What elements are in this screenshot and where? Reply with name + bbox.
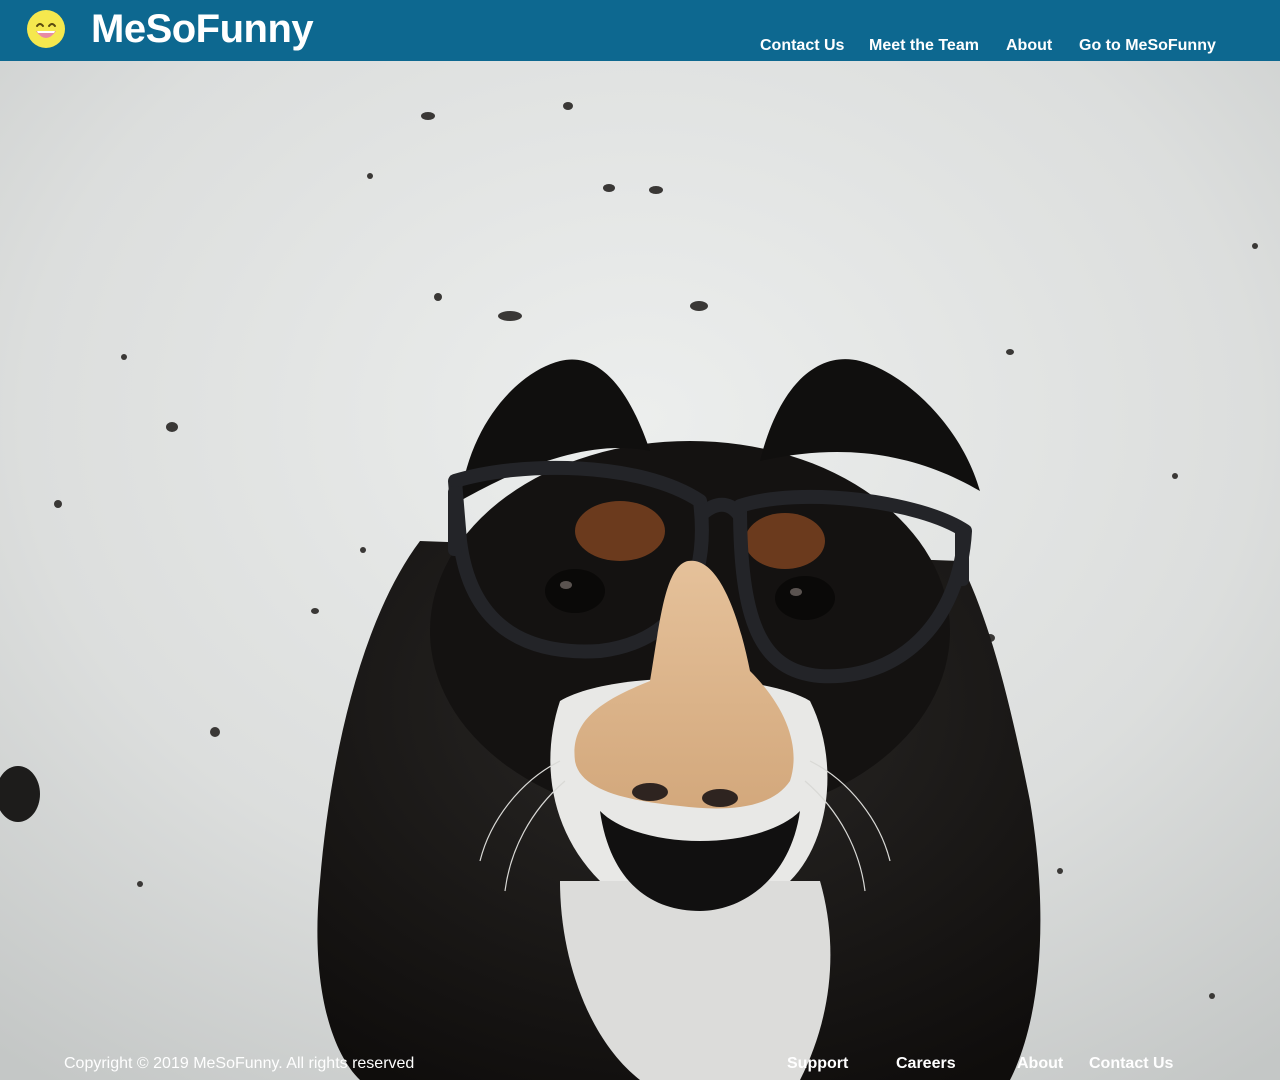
footer-link-careers[interactable]: Careers (896, 1054, 956, 1074)
dog-wearing-groucho-glasses-photo (0, 61, 1280, 1080)
nav-meet-the-team[interactable]: Meet the Team (869, 36, 979, 56)
hero-image (0, 61, 1280, 1080)
laughing-face-icon[interactable] (26, 9, 66, 49)
copyright-text: Copyright © 2019 MeSoFunny. All rights r… (64, 1055, 415, 1072)
top-navigation-bar: MeSoFunny Contact Us Meet the Team About… (0, 0, 1280, 61)
nav-about[interactable]: About (1006, 36, 1052, 56)
nav-go-to-mesofunny[interactable]: Go to MeSoFunny (1079, 36, 1216, 56)
page: MeSoFunny Contact Us Meet the Team About… (0, 0, 1280, 1080)
footer-link-about[interactable]: About (1017, 1054, 1063, 1074)
brand-logo-text[interactable]: MeSoFunny (91, 7, 314, 51)
footer-link-contact-us[interactable]: Contact Us (1089, 1054, 1173, 1074)
nav-contact-us[interactable]: Contact Us (760, 36, 844, 56)
footer-link-support[interactable]: Support (787, 1054, 848, 1074)
